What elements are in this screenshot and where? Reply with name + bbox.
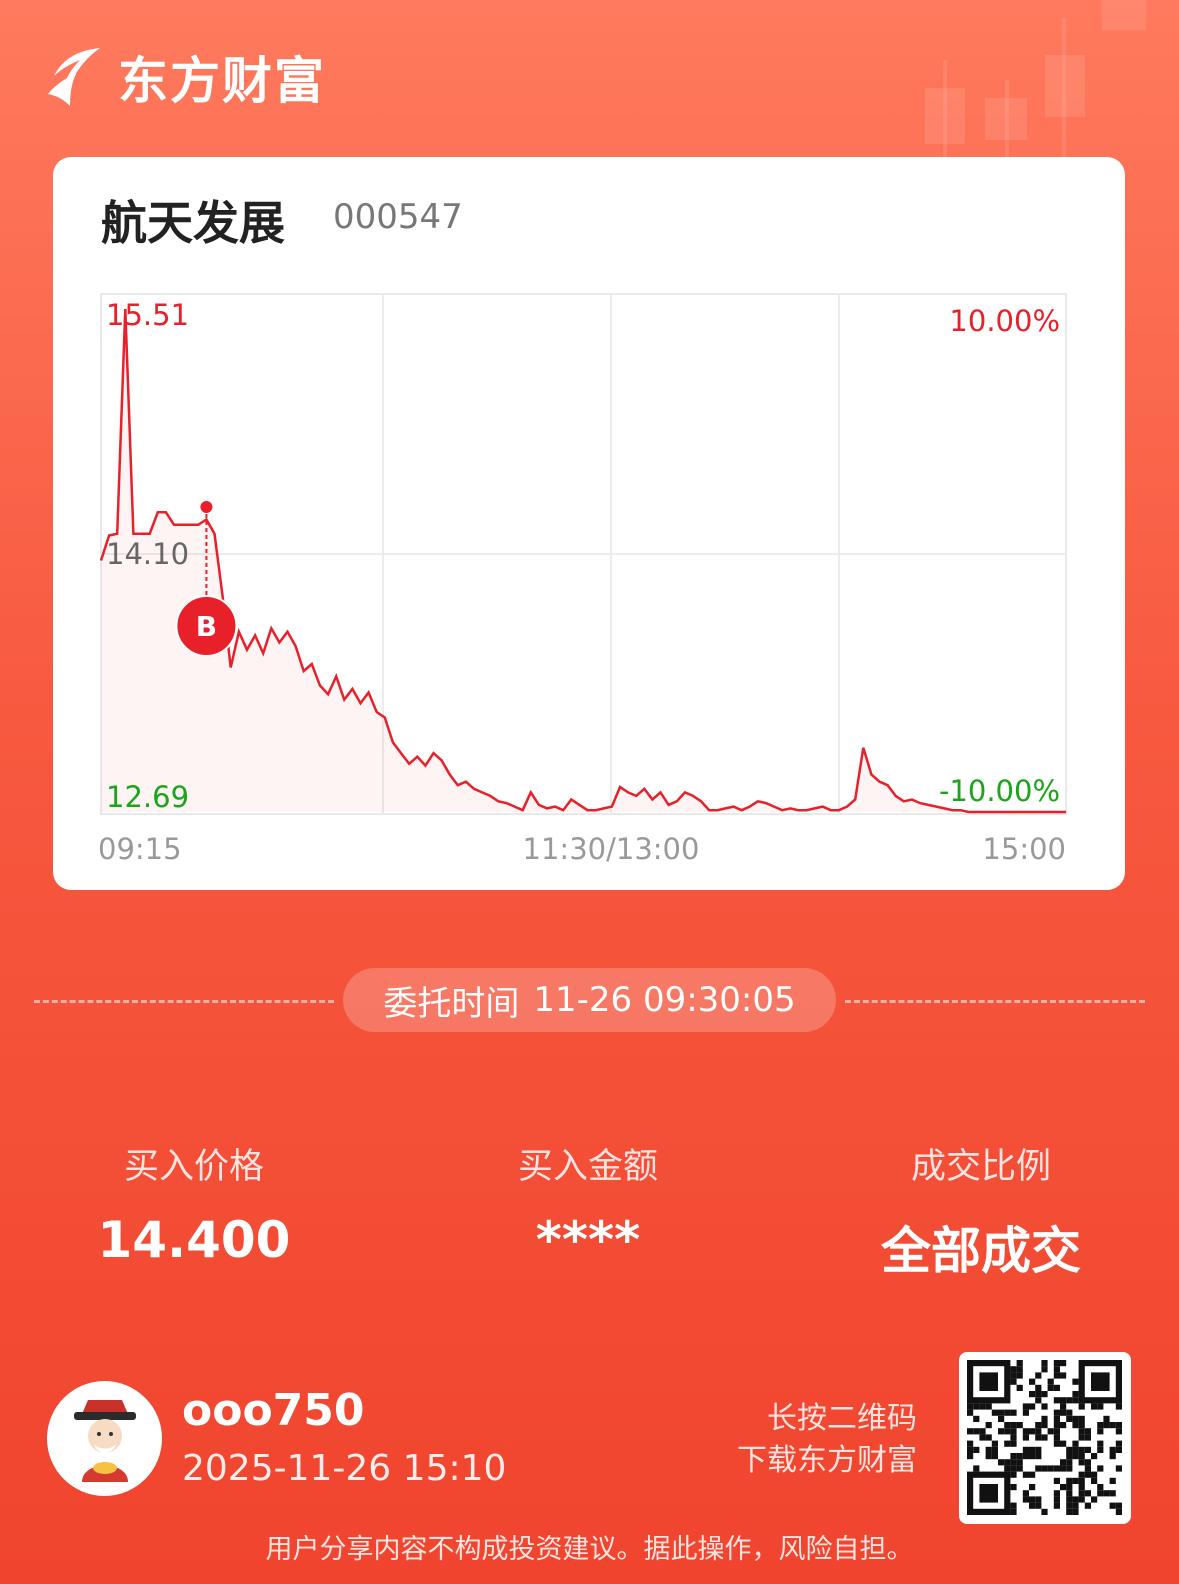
qr-finder (1091, 1372, 1110, 1391)
y-tick-low: 12.69 (106, 780, 189, 814)
x-tick-midday: 11:30/13:00 (523, 832, 700, 866)
avatar[interactable] (47, 1381, 162, 1496)
qr-code-icon (967, 1360, 1122, 1515)
stat-value: 14.400 (97, 1211, 291, 1269)
order-time-pill: 委托时间 11-26 09:30:05 (343, 968, 836, 1032)
stat-value: 全部成交 (881, 1222, 1081, 1280)
pct-tick-high: 10.00% (949, 304, 1060, 338)
qr-hint: 长按二维码 下载东方财富 (737, 1398, 917, 1482)
disclaimer: 用户分享内容不构成投资建议。据此操作，风险自担。 (265, 1534, 914, 1565)
username: ooo750 (182, 1385, 365, 1436)
buy-marker-label: B (196, 610, 217, 643)
stat-buy-price: 买入价格 14.400 (44, 1138, 344, 1269)
stat-value: **** (535, 1211, 641, 1269)
order-time-label: 委托时间 (383, 983, 520, 1024)
x-tick-close: 15:00 (982, 832, 1066, 866)
pct-tick-low: -10.00% (939, 774, 1060, 808)
stat-buy-amount: 买入金额 **** (438, 1138, 738, 1269)
order-time-value: 11-26 09:30:05 (533, 980, 796, 1020)
buy-marker-dot (200, 500, 213, 513)
stock-chart-card: 航天发展 000547 B 15.51 14.10 12.69 10.00% -… (53, 157, 1125, 890)
decor-candle (1102, 0, 1146, 30)
qr-finder (979, 1484, 998, 1503)
x-tick-open: 09:15 (98, 832, 182, 866)
share-datetime: 2025-11-26 15:10 (182, 1448, 507, 1489)
divider-right (845, 1000, 1145, 1003)
y-tick-high: 15.51 (106, 298, 189, 332)
divider-left (34, 1000, 334, 1003)
stat-label: 买入价格 (123, 1147, 264, 1187)
stat-fill-ratio: 成交比例 全部成交 (831, 1138, 1131, 1283)
brand-name: 东方财富 (118, 52, 326, 110)
decor-candle (985, 98, 1027, 140)
intraday-chart: B 15.51 14.10 12.69 10.00% -10.00% 09:15… (98, 293, 1067, 866)
brand-logo: 东方财富 (46, 44, 326, 110)
qr-hint-line2: 下载东方财富 (737, 1443, 917, 1478)
brand-logo-icon (48, 48, 100, 106)
price-area (101, 309, 1066, 812)
y-tick-mid: 14.10 (106, 537, 189, 571)
avatar-fortune-god-icon (73, 1399, 136, 1482)
decor-candle (925, 88, 965, 144)
decor-candle (1045, 55, 1085, 117)
qr-finder (979, 1372, 998, 1391)
stat-label: 成交比例 (910, 1147, 1051, 1187)
stat-label: 买入金额 (517, 1147, 658, 1187)
download-qr-code[interactable] (959, 1352, 1131, 1524)
qr-hint-line1: 长按二维码 (767, 1401, 917, 1436)
